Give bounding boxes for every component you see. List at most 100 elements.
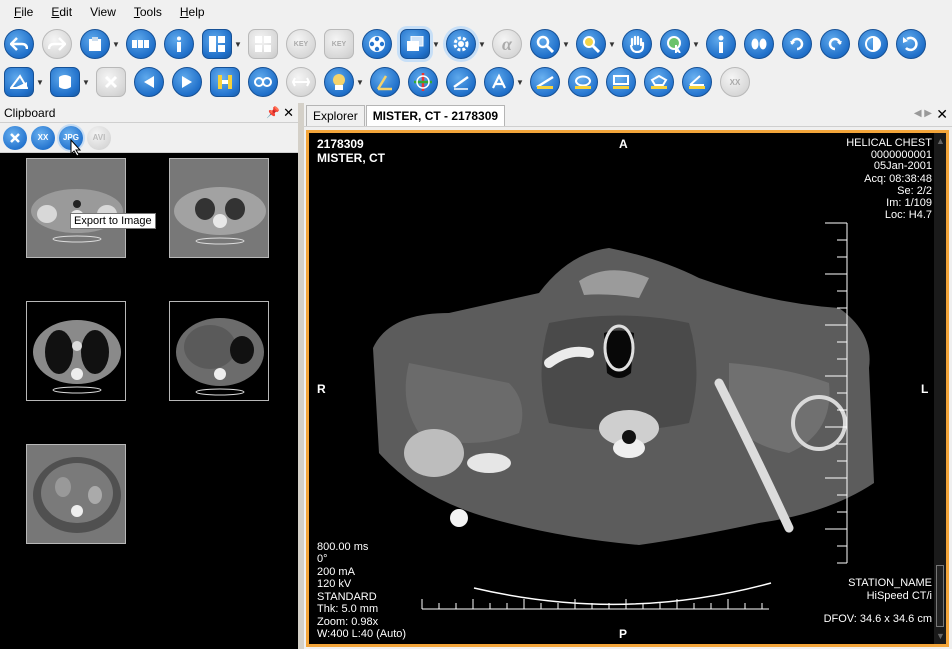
zoom-level: Zoom: 0.98x (317, 616, 379, 628)
next-icon[interactable] (172, 67, 202, 97)
menu-view[interactable]: View (84, 5, 122, 19)
zoom-dropdown-icon[interactable]: ▼ (562, 40, 570, 49)
alpha-icon[interactable]: α (492, 29, 522, 59)
head-icon[interactable] (324, 67, 354, 97)
series-strip-icon[interactable] (126, 29, 156, 59)
study-date: 05Jan-2001 (873, 160, 932, 172)
angle-icon[interactable] (370, 67, 400, 97)
series-description: HELICAL CHEST (846, 137, 932, 149)
scanner-model: HiSpeed CT/i (866, 590, 932, 602)
export-avi-button[interactable]: AVI (87, 125, 111, 150)
scrollbar-thumb[interactable] (936, 565, 944, 627)
image-viewer[interactable]: 2178309 MISTER, CT HELICAL CHEST 0000000… (306, 130, 949, 647)
slice-thickness: Thk: 5.0 mm (317, 603, 379, 615)
orientation-bottom: P (619, 627, 628, 641)
scroll-down-icon[interactable]: ▼ (936, 632, 945, 641)
thumbnail-grid: Export to Image (0, 139, 298, 648)
layout-dropdown-icon[interactable]: ▼ (234, 40, 242, 49)
key-series-icon[interactable]: KEY (324, 29, 354, 59)
menu-help-label: elp (188, 5, 205, 19)
tab-study-label: MISTER, CT - 2178309 (372, 109, 499, 123)
text-annotation-dropdown-icon[interactable]: ▼ (516, 78, 524, 87)
angle-measure-icon[interactable] (682, 67, 712, 97)
tab-study[interactable]: MISTER, CT - 2178309 (365, 105, 506, 126)
scroll-up-icon[interactable]: ▲ (936, 137, 945, 146)
settings-dropdown-icon[interactable]: ▼ (478, 40, 486, 49)
ellipse-measure-icon[interactable] (568, 67, 598, 97)
window-level: W:400 L:40 (Auto) (317, 628, 407, 640)
close-tab-icon[interactable]: ✕ (936, 106, 948, 123)
close-icon[interactable]: ✕ (283, 105, 294, 121)
footprint-icon[interactable] (744, 29, 774, 59)
probe-icon[interactable] (706, 29, 736, 59)
thumbnail[interactable] (169, 301, 269, 401)
slice-location: Loc: H4.7 (884, 209, 932, 221)
stack-dropdown-icon[interactable]: ▼ (432, 40, 440, 49)
remove-all-button[interactable]: XX (31, 125, 55, 150)
previous-icon[interactable] (134, 67, 164, 97)
image-number: Im: 1/109 (886, 197, 932, 209)
layout-icon[interactable] (202, 29, 232, 59)
orientation-top: A (619, 137, 628, 151)
line-measure-icon[interactable] (530, 67, 560, 97)
kvp: 120 kV (317, 578, 352, 590)
pin-icon[interactable]: 📌 (266, 106, 280, 119)
thumbnail[interactable] (26, 444, 126, 544)
forward-icon[interactable] (42, 29, 72, 59)
pan-hand-icon[interactable] (622, 29, 652, 59)
magnify-glass-icon[interactable] (576, 29, 606, 59)
rotate-cw-icon[interactable] (782, 29, 812, 59)
window-level-icon[interactable] (4, 67, 34, 97)
magnify-dropdown-icon[interactable]: ▼ (608, 40, 616, 49)
document-area: Explorer MISTER, CT - 2178309 ◀ ▶ ✕ 2178… (304, 103, 952, 649)
menu-tools[interactable]: Tools (128, 5, 168, 19)
polygon-measure-icon[interactable] (644, 67, 674, 97)
sync-icon[interactable] (286, 67, 316, 97)
clipboard-icon[interactable] (80, 29, 110, 59)
exposure-time: 800.00 ms (317, 541, 369, 553)
remove-item-icon[interactable] (3, 125, 27, 150)
thumbnail[interactable] (169, 158, 269, 258)
link-icon[interactable] (248, 67, 278, 97)
tab-strip: Explorer MISTER, CT - 2178309 ◀ ▶ ✕ (304, 103, 952, 127)
info-icon[interactable] (164, 29, 194, 59)
ruler-line-icon[interactable] (446, 67, 476, 97)
window-level-dropdown-icon[interactable]: ▼ (36, 78, 44, 87)
delete-annotation-icon[interactable] (96, 67, 126, 97)
text-annotation-icon[interactable] (484, 67, 514, 97)
grid-icon[interactable] (248, 29, 278, 59)
menu-edit[interactable]: Edit (45, 5, 78, 19)
thumbnail[interactable] (26, 301, 126, 401)
thumbnail[interactable] (26, 158, 126, 258)
ruler-measure-icon[interactable] (210, 67, 240, 97)
back-icon[interactable] (4, 29, 34, 59)
invert-icon[interactable] (858, 29, 888, 59)
series-number: Se: 2/2 (897, 185, 932, 197)
tab-scroll-arrows-icon[interactable]: ◀ ▶ (914, 108, 932, 119)
kernel: STANDARD (317, 591, 377, 603)
reset-icon[interactable] (896, 29, 926, 59)
cursor-dropdown-icon[interactable]: ▼ (692, 40, 700, 49)
region-icon[interactable] (50, 67, 80, 97)
menu-view-label: View (90, 5, 116, 19)
tab-explorer[interactable]: Explorer (306, 105, 365, 126)
orientation-right: L (921, 382, 929, 396)
clipboard-title: Clipboard (4, 105, 56, 120)
zoom-icon[interactable] (530, 29, 560, 59)
menu-file[interactable]: File (8, 5, 39, 19)
head-dropdown-icon[interactable]: ▼ (356, 78, 364, 87)
rectangle-measure-icon[interactable] (606, 67, 636, 97)
cine-reel-icon[interactable] (362, 29, 392, 59)
region-dropdown-icon[interactable]: ▼ (82, 78, 90, 87)
stack-icon[interactable] (400, 29, 430, 59)
rotate-ccw-icon[interactable] (820, 29, 850, 59)
vertical-scrollbar[interactable]: ▲ ▼ (934, 133, 946, 644)
key-image-icon[interactable]: KEY (286, 29, 316, 59)
cursor-select-icon[interactable] (660, 29, 690, 59)
crosshair-icon[interactable] (408, 67, 438, 97)
settings-icon[interactable] (446, 29, 476, 59)
menu-help[interactable]: Help (174, 5, 211, 19)
clipboard-dropdown-icon[interactable]: ▼ (112, 40, 120, 49)
clear-measurements-icon[interactable]: XX (720, 67, 750, 97)
key-series-label: KEY (331, 40, 347, 48)
